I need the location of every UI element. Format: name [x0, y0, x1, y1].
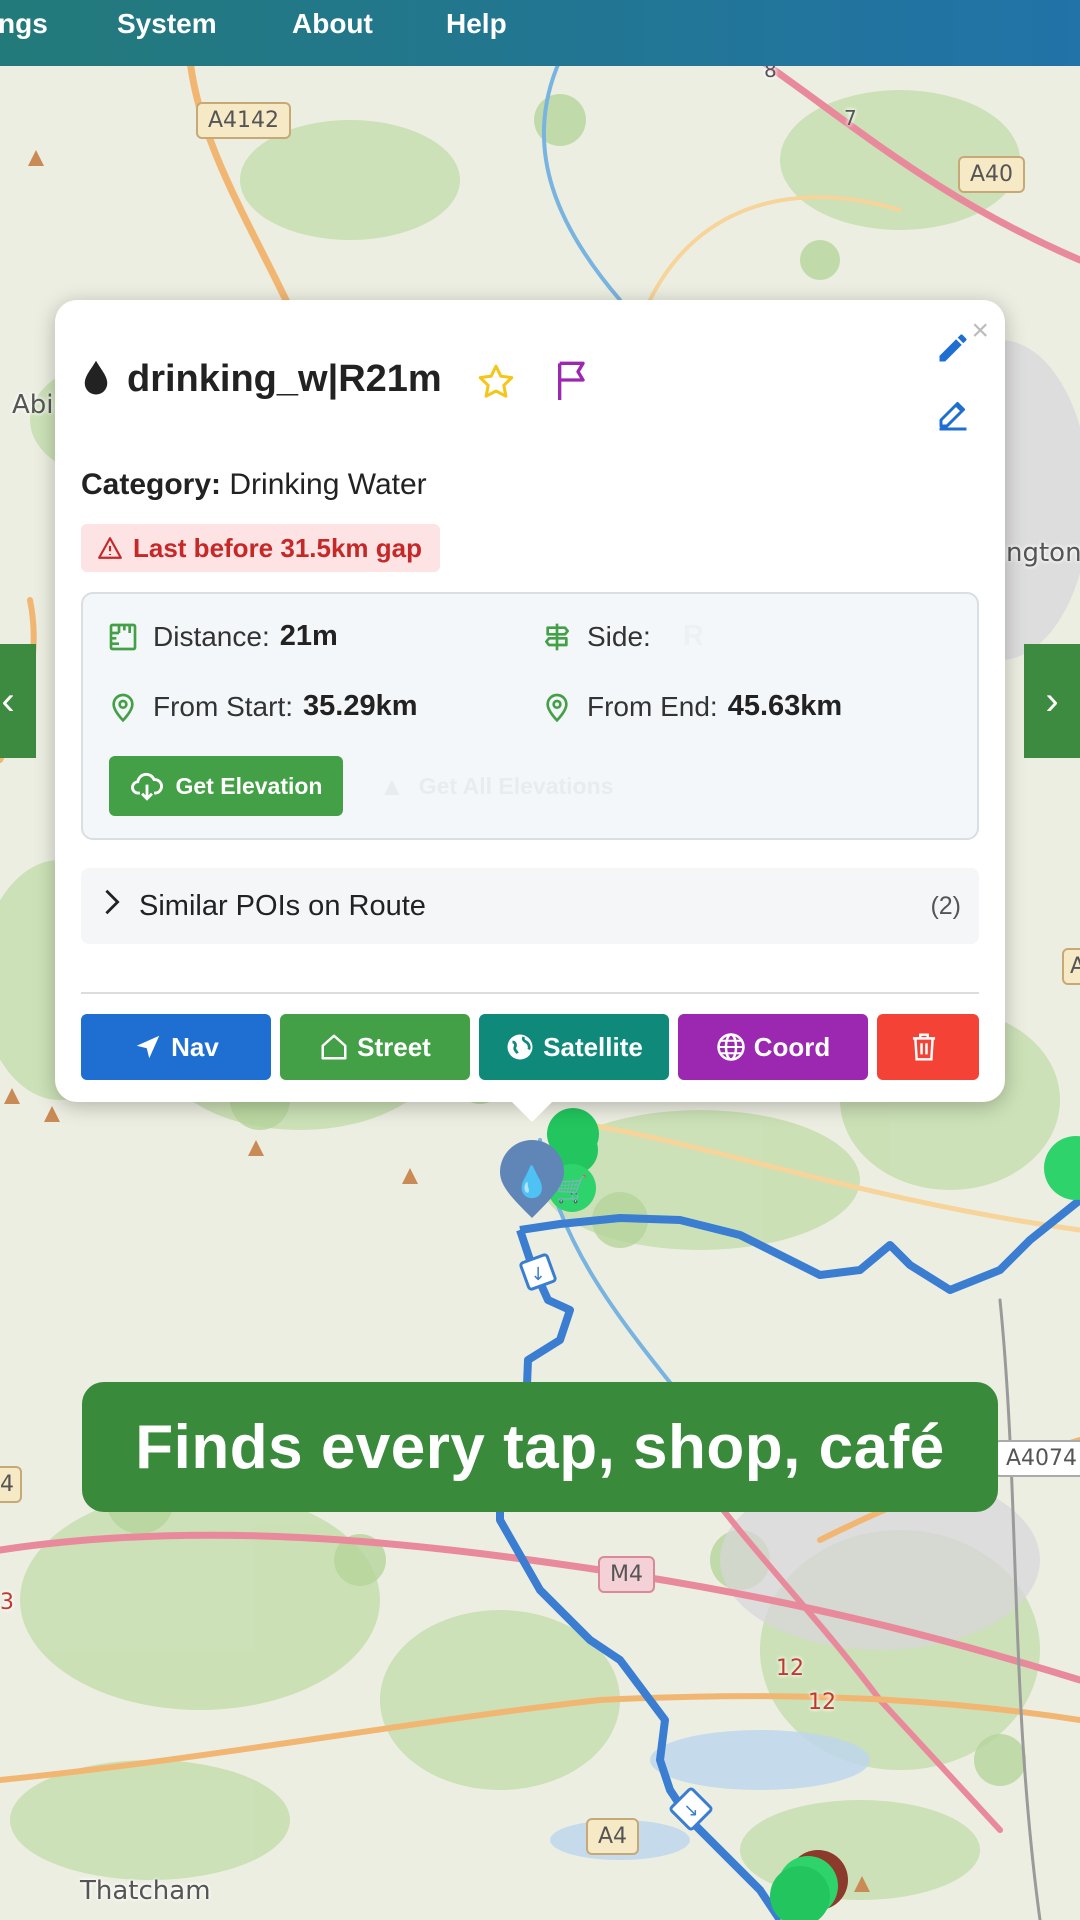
similar-pois-count: (2): [930, 891, 961, 920]
divider: [81, 992, 979, 994]
from-end-label: From End:: [587, 690, 718, 722]
next-poi-button[interactable]: ›: [1024, 644, 1080, 758]
place-label: Abi: [12, 390, 54, 420]
popup-title: drinking_w|R21m: [127, 358, 442, 400]
top-menu-bar: ngs System About Help: [0, 0, 1080, 66]
globe-grid-icon: [716, 1033, 745, 1061]
menu-about[interactable]: About: [292, 8, 373, 40]
signpost-icon: [545, 623, 569, 650]
junction-label: 3: [0, 1590, 14, 1615]
location-pin-icon: [546, 693, 568, 722]
junction-label: 12: [808, 1690, 836, 1715]
get-all-elevations-button[interactable]: ▲ Get All Elevations: [379, 756, 613, 816]
from-start-label: From Start:: [153, 690, 294, 722]
chevron-right-icon: [103, 888, 121, 924]
favorite-star-icon[interactable]: [475, 362, 517, 407]
from-end-row: From End: 45.63km: [541, 690, 842, 723]
warning-triangle-icon: [98, 537, 122, 559]
side-row: Side: R: [541, 620, 704, 653]
gap-warning-badge: Last before 31.5km gap: [81, 524, 440, 572]
get-elevation-label: Get Elevation: [175, 772, 323, 799]
road-label: 4: [0, 1466, 22, 1503]
similar-pois-label: Similar POIs on Route: [139, 889, 426, 922]
svg-text:💧: 💧: [513, 1164, 550, 1200]
chevron-left-icon: ‹: [1, 678, 15, 723]
chevron-right-icon: ›: [1045, 678, 1059, 723]
globe-icon: [507, 1034, 533, 1060]
category-line: Category: Drinking Water: [81, 468, 427, 502]
similar-pois-toggle[interactable]: Similar POIs on Route (2): [81, 868, 979, 944]
poi-popup: × drinking_w|R21m Category: Drinking Wat…: [55, 300, 1005, 1102]
road-label: A40: [958, 156, 1026, 193]
svg-text:↓: ↓: [530, 1264, 545, 1285]
menu-help[interactable]: Help: [446, 8, 507, 40]
coord-button[interactable]: Coord: [678, 1014, 868, 1080]
popup-pointer: [510, 1100, 554, 1122]
distance-value: 21m: [279, 620, 338, 652]
close-button[interactable]: ×: [971, 314, 989, 348]
gap-warning-text: Last before 31.5km gap: [133, 532, 422, 563]
poi-info-box: Distance: 21m Side: R From Start: 35.29k…: [81, 592, 979, 840]
cloud-download-icon: [130, 773, 163, 801]
location-pin-icon: [112, 693, 134, 722]
house-icon: [321, 1034, 347, 1060]
road-label: A4: [586, 1818, 640, 1855]
place-label: Thatcham: [80, 1876, 211, 1906]
flag-icon[interactable]: [553, 358, 593, 407]
road-label: A: [1062, 948, 1080, 985]
junction-label: 12: [776, 1656, 804, 1681]
get-elevation-button[interactable]: Get Elevation: [109, 756, 343, 816]
coord-label: Coord: [753, 1031, 831, 1062]
menu-settings[interactable]: ngs: [0, 8, 48, 40]
mountain-icon: ▲: [379, 770, 405, 801]
road-label: A4074: [994, 1440, 1080, 1477]
from-end-value: 45.63km: [727, 690, 843, 722]
navigation-arrow-icon: [136, 1035, 160, 1059]
nav-label: Nav: [171, 1031, 219, 1062]
trash-icon: [912, 1033, 936, 1061]
street-label: Street: [357, 1031, 431, 1062]
side-label: Side:: [587, 620, 651, 652]
from-start-row: From Start: 35.29km: [107, 690, 418, 723]
previous-poi-button[interactable]: ‹: [0, 644, 36, 758]
street-button[interactable]: Street: [280, 1014, 470, 1080]
distance-label: Distance:: [153, 620, 270, 652]
nav-button[interactable]: Nav: [81, 1014, 271, 1080]
road-label: A4142: [196, 102, 292, 139]
water-drop-icon: [81, 358, 111, 401]
popup-title-row: drinking_w|R21m: [81, 358, 442, 401]
edit-pencil-filled-icon[interactable]: [935, 330, 971, 371]
get-all-elevations-label: Get All Elevations: [418, 772, 614, 799]
place-label: ngton: [1006, 538, 1080, 568]
delete-button[interactable]: [877, 1014, 979, 1080]
road-label: M4: [598, 1556, 655, 1593]
distance-row: Distance: 21m: [107, 620, 338, 653]
svg-text:↘: ↘: [683, 1800, 698, 1821]
from-start-value: 35.29km: [303, 690, 418, 722]
category-label: Category:: [81, 468, 222, 501]
edit-pencil-outline-icon[interactable]: [935, 396, 971, 437]
promo-caption: Finds every tap, shop, café: [82, 1382, 998, 1512]
side-value: R: [682, 620, 704, 652]
satellite-label: Satellite: [543, 1031, 643, 1062]
satellite-button[interactable]: Satellite: [479, 1014, 669, 1080]
junction-label: 7: [844, 106, 857, 130]
menu-system[interactable]: System: [117, 8, 217, 40]
ruler-icon: [109, 623, 137, 650]
category-value: Drinking Water: [229, 468, 427, 501]
